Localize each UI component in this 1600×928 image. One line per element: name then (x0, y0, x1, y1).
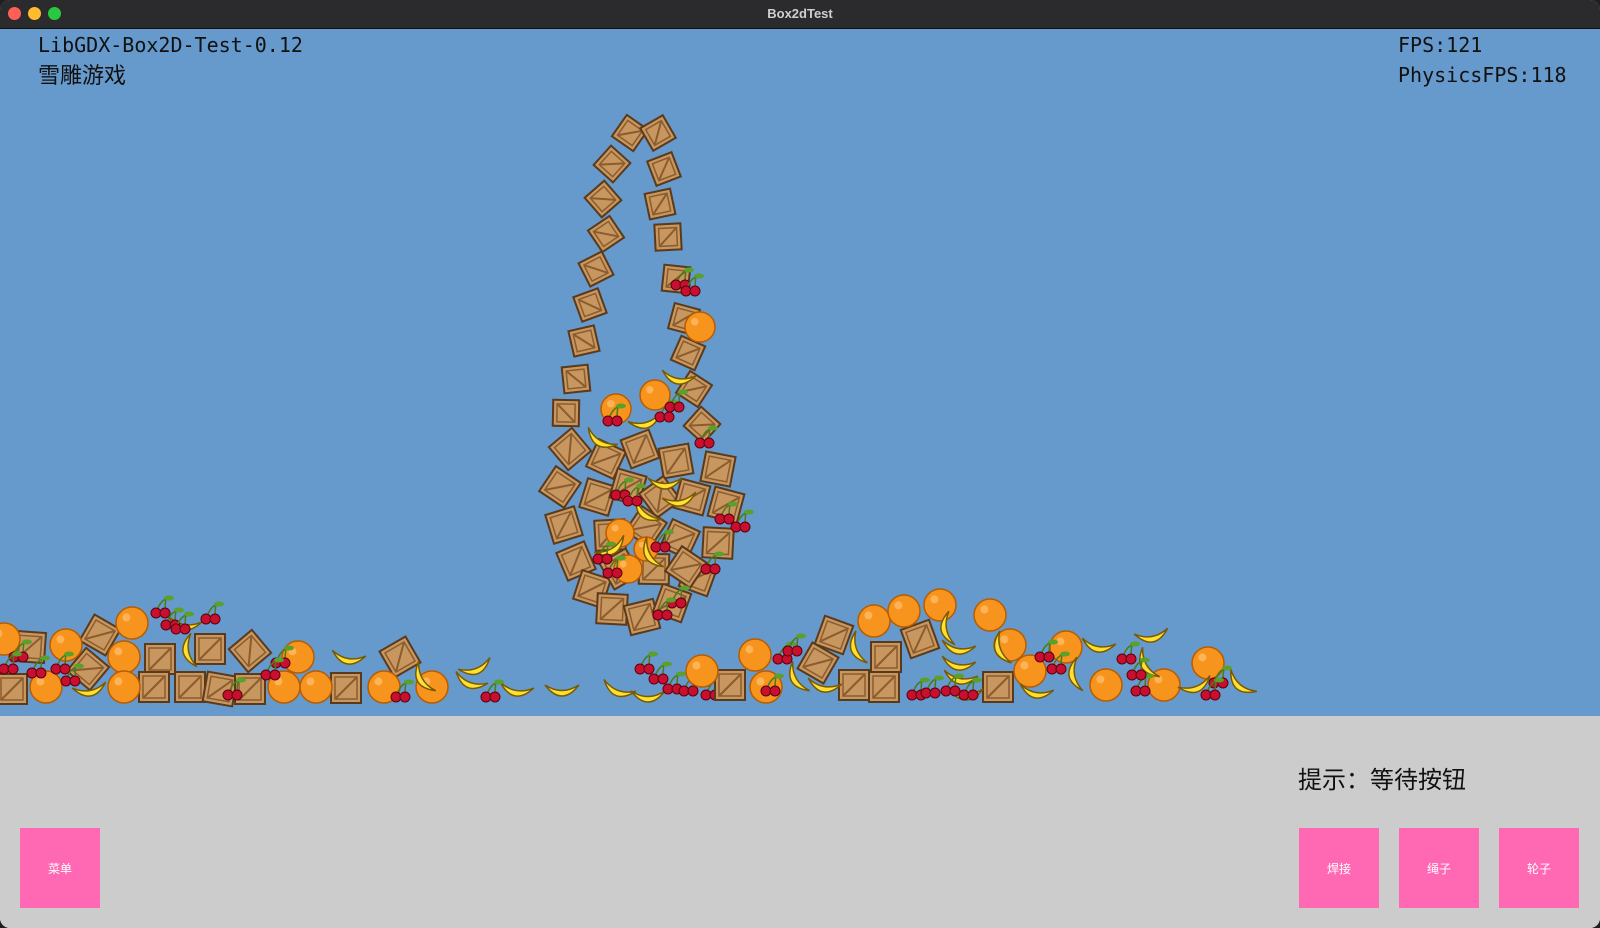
crate-icon (868, 671, 900, 703)
crate-icon (0, 673, 28, 705)
crate-icon (330, 672, 362, 704)
crate-icon (638, 113, 678, 153)
crate-icon (201, 670, 239, 708)
crate-icon (595, 592, 629, 626)
crate-icon (194, 633, 226, 665)
weld-button[interactable]: 焊接 (1299, 828, 1379, 908)
physics-fps-counter: PhysicsFPS:118 (1398, 63, 1567, 87)
crate-icon (657, 442, 695, 480)
cherry-icon (1116, 641, 1140, 665)
crate-icon (619, 428, 661, 470)
crate-icon (645, 150, 683, 188)
crate-icon (714, 669, 746, 701)
banana-icon (1081, 637, 1117, 653)
crate-icon (547, 426, 593, 472)
banana-icon (457, 657, 491, 676)
crate-icon (592, 144, 632, 184)
banana-icon (1019, 683, 1055, 699)
crate-icon (138, 671, 170, 703)
fps-counter: FPS:121 (1398, 33, 1483, 57)
crate-icon (144, 643, 176, 675)
crate-icon (653, 222, 683, 252)
crate-icon (643, 187, 677, 221)
banana-icon (499, 681, 535, 697)
crate-icon (544, 505, 584, 545)
crate-icon (838, 669, 870, 701)
orange-icon (973, 598, 1007, 632)
crate-icon (586, 214, 626, 254)
banana-icon (941, 655, 977, 671)
wheel-button[interactable]: 轮子 (1499, 828, 1579, 908)
orange-icon (684, 311, 716, 343)
orange-icon (299, 670, 333, 704)
crate-icon (560, 363, 592, 395)
hint-text: 提示：等待按钮 (1298, 766, 1466, 794)
cherry-icon (200, 601, 224, 625)
banana-icon (941, 639, 977, 655)
menu-button[interactable]: 菜单 (20, 828, 100, 908)
cherry-icon (634, 651, 658, 675)
rope-button[interactable]: 绳子 (1399, 828, 1479, 908)
orange-icon (857, 604, 891, 638)
banana-icon (331, 649, 367, 665)
crate-icon (577, 250, 615, 288)
game-subtitle: 雪雕游戏 (38, 64, 127, 89)
crate-icon (870, 641, 902, 673)
orange-icon (738, 638, 772, 672)
window-title: Box2dTest (767, 6, 833, 21)
title-bar: Box2dTest (0, 0, 1600, 29)
crate-icon (699, 450, 737, 488)
crate-icon (551, 398, 581, 428)
orange-icon (923, 588, 957, 622)
orange-icon (887, 594, 921, 628)
banana-icon (630, 690, 666, 703)
control-panel: 提示：等待按钮 菜单 焊接 绳子 轮子 (0, 716, 1600, 928)
orange-icon (1089, 668, 1123, 702)
orange-icon (115, 606, 149, 640)
banana-icon (1230, 669, 1258, 694)
banana-icon (603, 679, 637, 698)
version-label: LibGDX-Box2D-Test-0.12 (38, 33, 303, 57)
crate-icon (537, 464, 583, 510)
crate-icon (572, 287, 608, 323)
physics-scene[interactable] (0, 29, 1600, 716)
crate-icon (174, 671, 206, 703)
crate-icon (982, 671, 1014, 703)
banana-icon (943, 669, 979, 685)
banana-icon (544, 684, 580, 697)
orange-icon (685, 654, 719, 688)
banana-icon (1133, 627, 1169, 643)
game-canvas[interactable]: LibGDX-Box2D-Test-0.12 雪雕游戏 FPS:121 Phys… (0, 29, 1600, 716)
orange-icon (107, 670, 141, 704)
crate-icon (583, 179, 623, 219)
orange-icon (107, 640, 141, 674)
crate-icon (227, 628, 273, 674)
crate-icon (567, 324, 601, 358)
cherry-icon (480, 679, 504, 703)
orange-icon (1191, 646, 1225, 680)
app-window: Box2dTest LibGDX-Box2D-Test-0.12 雪雕游戏 FP… (0, 0, 1600, 928)
